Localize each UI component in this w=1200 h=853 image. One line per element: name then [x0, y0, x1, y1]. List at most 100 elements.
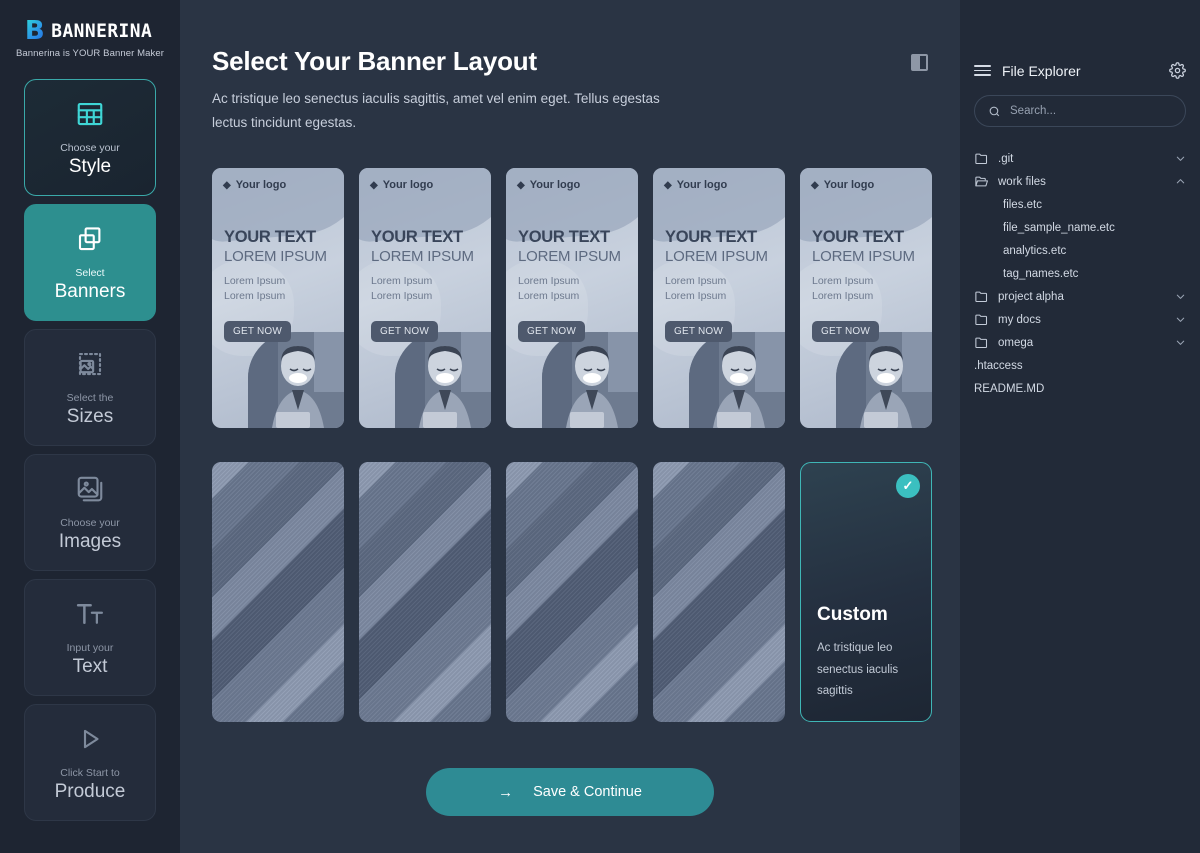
- file-tree-label: file_sample_name.etc: [1003, 221, 1115, 234]
- sidebar-item-label: Images: [58, 531, 122, 553]
- chevron-up-icon[interactable]: [1175, 176, 1186, 187]
- panel-layout-icon[interactable]: [911, 54, 928, 71]
- hamburger-icon[interactable]: [974, 64, 991, 77]
- banner-cta-button[interactable]: GET NOW: [812, 321, 879, 343]
- banner-body-line1: Lorem Ipsum: [371, 275, 433, 288]
- sidebar-item-banners[interactable]: Select Banners: [24, 204, 156, 321]
- banner-template-card[interactable]: ◆ Your logo YOUR TEXT LOREM IPSUM Lorem Ipsu…: [653, 168, 785, 429]
- sidebar-item-style[interactable]: Choose your Style: [24, 79, 156, 196]
- file-tree-label: my docs: [998, 313, 1041, 326]
- banner-subhead: LOREM IPSUM: [665, 248, 768, 266]
- file-tree-folder[interactable]: my docs: [974, 308, 1186, 331]
- texture-row: ✓ Custom Ac tristique leo senectus iaculis…: [212, 462, 932, 723]
- folder-icon: [974, 312, 989, 327]
- sidebar-item-sub: Click Start to: [60, 766, 120, 779]
- texture-template-card[interactable]: [653, 462, 785, 723]
- banner-body: Lorem Ipsum Lorem Ipsum: [518, 274, 621, 304]
- banner-photo: [689, 332, 785, 429]
- banner-text-block: YOUR TEXT LOREM IPSUM Lorem Ipsum Lorem Ips…: [812, 228, 915, 304]
- sidebar-item-label: Style: [68, 156, 112, 178]
- texture-template-card[interactable]: [506, 462, 638, 723]
- banner-cta-button[interactable]: GET NOW: [371, 321, 438, 343]
- banner-logo-line: ◆ Your logo: [811, 179, 874, 191]
- banner-template-card[interactable]: ◆ Your logo YOUR TEXT LOREM IPSUM Lorem Ipsu…: [506, 168, 638, 429]
- chevron-down-icon[interactable]: [1175, 314, 1186, 325]
- chevron-down-icon[interactable]: [1175, 153, 1186, 164]
- banner-body-line1: Lorem Ipsum: [518, 275, 580, 288]
- file-tree-label: tag_names.etc: [1003, 267, 1079, 280]
- sidebar-item-label: Banners: [54, 281, 126, 303]
- file-tree-file[interactable]: file_sample_name.etc: [974, 216, 1186, 239]
- file-tree-file[interactable]: analytics.etc: [974, 239, 1186, 262]
- app-root: B BANNERINA Bannerina is YOUR Banner Mak…: [0, 0, 1200, 853]
- file-tree-label: .htaccess: [974, 359, 1023, 372]
- banner-logo-label: Your logo: [823, 179, 875, 192]
- folder-icon: [974, 174, 989, 189]
- file-tree-label: analytics.etc: [1003, 244, 1067, 257]
- banner-template-card[interactable]: ◆ Your logo YOUR TEXT LOREM IPSUM Lorem Ipsu…: [212, 168, 344, 429]
- sidebar-item-label: Produce: [54, 781, 126, 803]
- banner-photo: [248, 332, 344, 429]
- custom-card-title: Custom: [817, 603, 888, 625]
- search-box[interactable]: [974, 95, 1186, 127]
- banner-logo-line: ◆ Your logo: [664, 179, 727, 191]
- save-continue-button[interactable]: → Save & Continue: [426, 768, 714, 817]
- file-tree-folder[interactable]: omega: [974, 331, 1186, 354]
- custom-card-description: Ac tristique leo senectus iaculis sagitt…: [817, 641, 899, 698]
- file-tree-folder[interactable]: .git: [974, 147, 1186, 170]
- banner-logo-line: ◆ Your logo: [223, 179, 286, 191]
- custom-card[interactable]: ✓ Custom Ac tristique leo senectus iaculis…: [800, 462, 932, 723]
- diamond-icon: ◆: [223, 179, 231, 191]
- table-grid-icon: [75, 97, 105, 131]
- diamond-icon: ◆: [517, 179, 525, 191]
- page-title: Select Your Banner Layout: [212, 46, 537, 76]
- file-tree-folder[interactable]: project alpha: [974, 285, 1186, 308]
- image-stack-icon: [75, 472, 105, 506]
- file-tree-file[interactable]: tag_names.etc: [974, 262, 1186, 285]
- banner-text-block: YOUR TEXT LOREM IPSUM Lorem Ipsum Lorem Ips…: [224, 228, 327, 304]
- chevron-down-icon[interactable]: [1175, 291, 1186, 302]
- banner-body-line1: Lorem Ipsum: [812, 275, 874, 288]
- banner-headline: YOUR TEXT: [371, 228, 463, 247]
- sidebar-item-text[interactable]: Input your Text: [24, 579, 156, 696]
- sidebar-item-sub: Select: [75, 266, 105, 279]
- folder-icon: [974, 289, 989, 304]
- sidebar-item-sub: Choose your: [60, 516, 120, 529]
- search-input[interactable]: [1010, 105, 1172, 117]
- banner-text-block: YOUR TEXT LOREM IPSUM Lorem Ipsum Lorem Ips…: [371, 228, 474, 304]
- file-tree-file[interactable]: files.etc: [974, 193, 1186, 216]
- page-description: Ac tristique leo senectus iaculis sagitt…: [212, 91, 660, 130]
- banner-body-line2: Lorem Ipsum: [224, 290, 286, 303]
- banner-body-line2: Lorem Ipsum: [371, 290, 433, 303]
- file-tree-file[interactable]: README.MD: [974, 377, 1186, 400]
- file-explorer-header: File Explorer: [974, 62, 1186, 79]
- banner-cta-button[interactable]: GET NOW: [665, 321, 732, 343]
- folder-icon: [974, 335, 989, 350]
- banner-body: Lorem Ipsum Lorem Ipsum: [665, 274, 768, 304]
- step-navigation: Choose your Style Select Banners Select the S…: [24, 79, 156, 821]
- file-tree-folder[interactable]: work files: [974, 170, 1186, 193]
- sidebar-item-sizes[interactable]: Select the Sizes: [24, 329, 156, 446]
- sidebar-item-label: Text: [72, 656, 108, 678]
- banner-template-card[interactable]: ◆ Your logo YOUR TEXT LOREM IPSUM Lorem Ipsu…: [800, 168, 932, 429]
- texture-template-card[interactable]: [212, 462, 344, 723]
- banner-template-card[interactable]: ◆ Your logo YOUR TEXT LOREM IPSUM Lorem Ipsu…: [359, 168, 491, 429]
- texture-template-card[interactable]: [359, 462, 491, 723]
- logo-row: B BANNERINA: [25, 16, 155, 46]
- chevron-down-icon[interactable]: [1175, 337, 1186, 348]
- file-tree-file[interactable]: .htaccess: [974, 354, 1186, 377]
- gear-icon[interactable]: [1169, 62, 1186, 79]
- file-tree-label: work files: [998, 175, 1046, 188]
- sidebar-item-produce[interactable]: Click Start to Produce: [24, 704, 156, 821]
- banner-cta-button[interactable]: GET NOW: [224, 321, 291, 343]
- file-tree-label: project alpha: [998, 290, 1064, 303]
- sidebar-item-images[interactable]: Choose your Images: [24, 454, 156, 571]
- banner-subhead: LOREM IPSUM: [371, 248, 474, 266]
- file-tree-label: .git: [998, 152, 1014, 165]
- search-icon: [988, 105, 1001, 118]
- save-row: → Save & Continue: [212, 768, 928, 817]
- banner-cta-button[interactable]: GET NOW: [518, 321, 585, 343]
- banner-logo-label: Your logo: [529, 179, 581, 192]
- header-text-block: Select Your Banner Layout Ac tristique l…: [212, 46, 672, 134]
- banner-headline: YOUR TEXT: [518, 228, 610, 247]
